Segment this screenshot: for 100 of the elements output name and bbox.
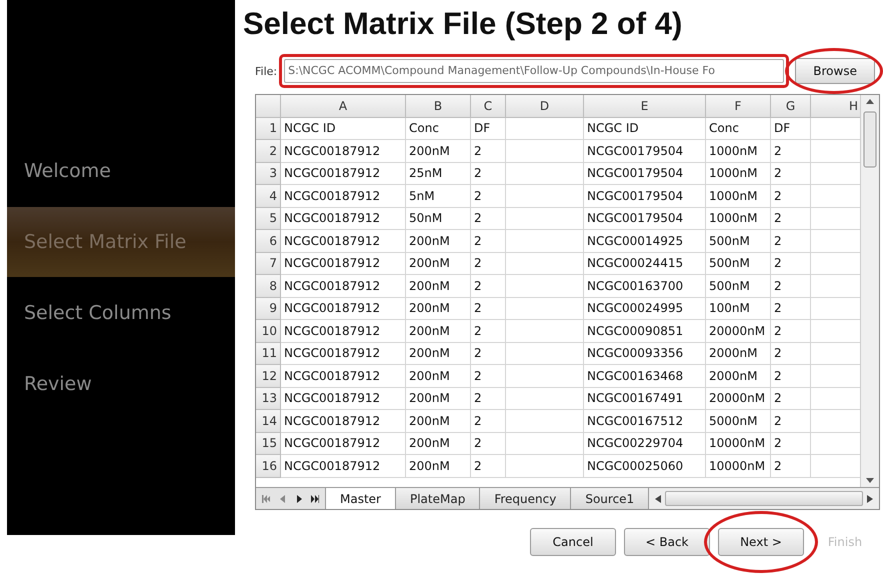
row-number[interactable]: 3 <box>256 162 281 185</box>
row-number[interactable]: 2 <box>256 140 281 162</box>
table-cell: NCGC00163468 <box>584 365 706 388</box>
row-number[interactable]: 16 <box>256 455 281 478</box>
table-cell: 2 <box>771 365 811 388</box>
sheet-tab[interactable]: Master <box>326 488 396 509</box>
row-number[interactable]: 7 <box>256 252 281 275</box>
table-cell: NCGC00187912 <box>281 342 406 365</box>
sidebar-item[interactable]: Welcome <box>7 136 235 206</box>
table-cell: NCGC00025060 <box>584 455 706 478</box>
table-cell: Conc <box>406 118 471 140</box>
column-header[interactable]: B <box>406 95 471 118</box>
table-cell: 2 <box>771 162 811 185</box>
sidebar-item[interactable]: Select Columns <box>7 278 235 348</box>
row-number[interactable]: 5 <box>256 208 281 230</box>
table-cell: 2 <box>471 365 506 388</box>
row-number[interactable]: 1 <box>256 118 281 140</box>
column-header[interactable]: D <box>506 95 584 118</box>
scroll-thumb[interactable] <box>665 491 863 506</box>
scroll-up-icon[interactable] <box>866 99 874 104</box>
table-cell: 2 <box>471 432 506 455</box>
table-cell: 1000nM <box>706 185 771 208</box>
table-cell: 200nM <box>406 230 471 252</box>
table-cell: 200nM <box>406 365 471 388</box>
table-cell: 200nM <box>406 455 471 478</box>
sheet-tab[interactable]: Frequency <box>480 488 572 509</box>
table-cell: NCGC00014925 <box>584 230 706 252</box>
table-cell: NCGC00167512 <box>584 410 706 432</box>
column-header[interactable]: E <box>584 95 706 118</box>
row-number[interactable]: 12 <box>256 365 281 388</box>
scroll-right-icon[interactable] <box>867 494 873 502</box>
column-header[interactable]: H <box>811 95 860 118</box>
table-cell: 200nM <box>406 275 471 298</box>
column-header[interactable]: A <box>281 95 406 118</box>
table-cell: 2 <box>471 298 506 320</box>
table-cell: NCGC00179504 <box>584 162 706 185</box>
sheet-tab[interactable]: PlateMap <box>396 488 480 509</box>
table-cell: Conc <box>706 118 771 140</box>
column-header[interactable]: C <box>471 95 506 118</box>
column-header[interactable]: F <box>706 95 771 118</box>
column-header[interactable]: G <box>771 95 811 118</box>
row-number[interactable]: 9 <box>256 298 281 320</box>
table-cell: 2 <box>771 432 811 455</box>
table-cell: 2 <box>771 298 811 320</box>
table-cell: 200nM <box>406 388 471 410</box>
row-number[interactable]: 15 <box>256 432 281 455</box>
table-cell: 10000nM <box>706 432 771 455</box>
table-cell: 200nM <box>406 432 471 455</box>
table-cell: NCGC00187912 <box>281 230 406 252</box>
row-number[interactable]: 6 <box>256 230 281 252</box>
horizontal-scrollbar[interactable] <box>649 488 879 509</box>
file-path-field[interactable]: S:\NCGC ACOMM\Compound Management\Follow-Up Compounds\In-House Fo <box>284 59 784 83</box>
wizard-button[interactable]: < Back <box>624 528 710 556</box>
table-cell: 2 <box>471 410 506 432</box>
table-cell: NCGC00187912 <box>281 275 406 298</box>
table-cell: 200nM <box>406 140 471 162</box>
table-cell: NCGC00187912 <box>281 162 406 185</box>
table-cell: 2 <box>471 388 506 410</box>
scroll-left-icon[interactable] <box>655 494 662 502</box>
table-cell: 2 <box>771 320 811 342</box>
table-cell: 2 <box>471 185 506 208</box>
table-cell: NCGC00187912 <box>281 432 406 455</box>
table-cell: NCGC00024415 <box>584 252 706 275</box>
sheet-tab[interactable]: Source1 <box>571 488 650 509</box>
scroll-thumb[interactable] <box>864 112 876 168</box>
table-cell: 2 <box>471 455 506 478</box>
table-cell: NCGC00093356 <box>584 342 706 365</box>
first-sheet-icon[interactable] <box>262 494 270 502</box>
row-number[interactable]: 10 <box>256 320 281 342</box>
row-number[interactable]: 14 <box>256 410 281 432</box>
table-cell: 2 <box>771 140 811 162</box>
table-cell: 5000nM <box>706 410 771 432</box>
wizard-button[interactable]: Next > <box>718 528 804 556</box>
table-cell: 2 <box>771 388 811 410</box>
table-cell: NCGC ID <box>281 118 406 140</box>
table-cell: 200nM <box>406 342 471 365</box>
row-number[interactable]: 13 <box>256 388 281 410</box>
browse-button[interactable]: Browse <box>795 58 876 84</box>
table-cell: NCGC00187912 <box>281 388 406 410</box>
previous-sheet-icon[interactable] <box>278 494 286 502</box>
next-sheet-icon[interactable] <box>294 494 303 502</box>
sidebar-item[interactable]: Review <box>7 349 235 419</box>
table-cell: NCGC00179504 <box>584 208 706 230</box>
table-cell: 2 <box>771 455 811 478</box>
wizard-button[interactable]: Cancel <box>530 528 616 556</box>
table-cell: 2 <box>771 342 811 365</box>
row-number[interactable]: 4 <box>256 185 281 208</box>
table-cell: 500nM <box>706 230 771 252</box>
table-cell: NCGC00187912 <box>281 185 406 208</box>
table-cell: NCGC00179504 <box>584 140 706 162</box>
table-cell: 500nM <box>706 252 771 275</box>
table-cell: NCGC00187912 <box>281 140 406 162</box>
scroll-down-icon[interactable] <box>866 478 874 483</box>
table-cell: 200nM <box>406 298 471 320</box>
vertical-scrollbar[interactable] <box>860 95 879 487</box>
row-number[interactable]: 8 <box>256 275 281 298</box>
table-cell: 2 <box>771 275 811 298</box>
row-number[interactable]: 11 <box>256 342 281 365</box>
table-cell: 2 <box>471 230 506 252</box>
last-sheet-icon[interactable] <box>310 494 319 502</box>
